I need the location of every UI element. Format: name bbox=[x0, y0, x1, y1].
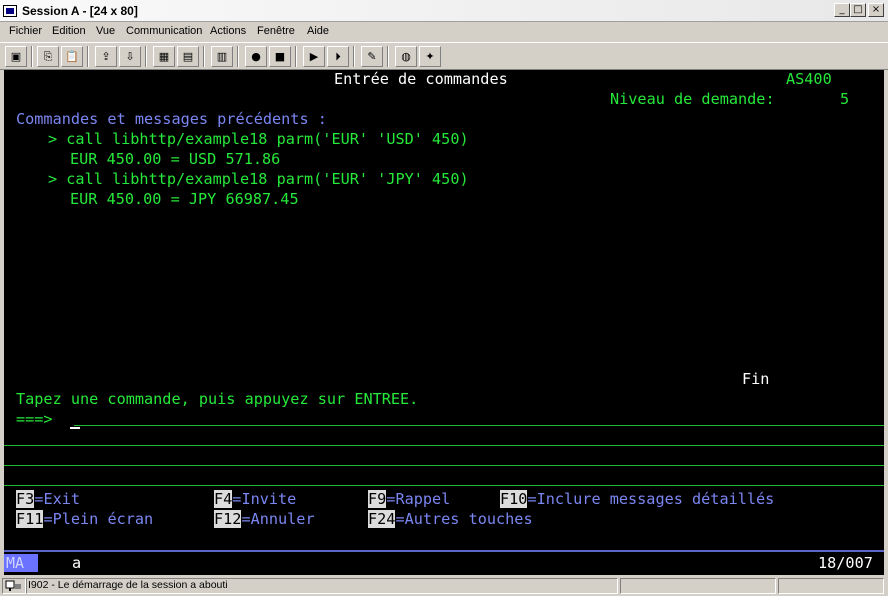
command-input-line[interactable] bbox=[4, 465, 884, 466]
oia-mode-indicator: MA bbox=[4, 554, 38, 572]
close-button[interactable]: × bbox=[868, 3, 884, 17]
fkey-f3[interactable]: F3=Exit bbox=[16, 490, 80, 508]
status-panel-2 bbox=[620, 578, 776, 594]
menu-communication[interactable]: Communication bbox=[126, 25, 202, 37]
app-icon[interactable] bbox=[3, 5, 17, 17]
end-marker: Fin bbox=[742, 370, 770, 388]
fkey-f9[interactable]: F9=Rappel bbox=[368, 490, 450, 508]
fkey-label: F9 bbox=[368, 490, 387, 508]
fkey-f24[interactable]: F24=Autres touches bbox=[368, 510, 533, 528]
toolbar-separator bbox=[145, 46, 147, 67]
terminal-screen[interactable]: Entrée de commandes AS400 Niveau de dema… bbox=[4, 70, 884, 575]
history-result: EUR 450.00 = JPY 66987.45 bbox=[70, 190, 299, 208]
toolbar-separator bbox=[237, 46, 239, 67]
menu-actions[interactable]: Actions bbox=[210, 25, 246, 37]
fkey-desc: =Annuler bbox=[241, 510, 315, 528]
fkey-desc: =Rappel bbox=[386, 490, 451, 508]
fkey-label: F11 bbox=[16, 510, 44, 528]
help-icon[interactable]: ✦ bbox=[419, 46, 441, 67]
print-screen-icon[interactable]: ▣ bbox=[5, 46, 27, 67]
toolbar-separator bbox=[203, 46, 205, 67]
prompt-arrow: ===> bbox=[16, 410, 53, 428]
record-icon[interactable]: ● bbox=[245, 46, 267, 67]
toolbar-separator bbox=[295, 46, 297, 67]
globe-icon[interactable]: ◍ bbox=[395, 46, 417, 67]
macro-icon[interactable]: ▥ bbox=[211, 46, 233, 67]
history-command: > call libhttp/example18 parm('EUR' 'USD… bbox=[48, 130, 469, 148]
play-icon[interactable]: ▶ bbox=[303, 46, 325, 67]
toolbar-separator bbox=[87, 46, 89, 67]
request-level-value: 5 bbox=[840, 90, 850, 108]
window-title: Session A - [24 x 80] bbox=[22, 4, 138, 18]
fkey-f12[interactable]: F12=Annuler bbox=[214, 510, 315, 528]
connection-icon bbox=[2, 578, 26, 594]
minimize-button[interactable]: _ bbox=[834, 3, 850, 17]
toolbar-separator bbox=[387, 46, 389, 67]
fkey-desc: =Autres touches bbox=[395, 510, 533, 528]
oia-input-indicator: a bbox=[72, 554, 82, 572]
fkey-label: F4 bbox=[214, 490, 233, 508]
cursor-position: 18/007 bbox=[818, 554, 873, 572]
command-input-line[interactable] bbox=[4, 445, 884, 446]
menu-edition[interactable]: Edition bbox=[52, 25, 86, 37]
menu-bar: Fichier Edition Vue Communication Action… bbox=[0, 22, 888, 41]
menu-vue[interactable]: Vue bbox=[96, 25, 115, 37]
status-panel-3 bbox=[778, 578, 884, 594]
fkey-f10[interactable]: F10=Inclure messages détaillés bbox=[500, 490, 774, 508]
history-result: EUR 450.00 = USD 571.86 bbox=[70, 150, 281, 168]
play-macro-icon[interactable]: ⏵ bbox=[327, 46, 349, 67]
menu-fenetre[interactable]: Fenêtre bbox=[257, 25, 295, 37]
display-icon[interactable]: ▦ bbox=[153, 46, 175, 67]
stop-icon[interactable]: ■ bbox=[269, 46, 291, 67]
fkey-desc: =Plein écran bbox=[43, 510, 154, 528]
fkey-desc: =Exit bbox=[34, 490, 81, 508]
prompt-instruction: Tapez une commande, puis appuyez sur ENT… bbox=[16, 390, 419, 408]
menu-aide[interactable]: Aide bbox=[307, 25, 329, 37]
fkey-desc: =Inclure messages détaillés bbox=[527, 490, 775, 508]
separator-line bbox=[4, 485, 884, 486]
send-icon[interactable]: ⇪ bbox=[95, 46, 117, 67]
fkey-label: F10 bbox=[500, 490, 528, 508]
status-bar: I902 - Le démarrage de la session a abou… bbox=[0, 576, 888, 596]
keypad-icon[interactable]: ▤ bbox=[177, 46, 199, 67]
connection-icon bbox=[5, 580, 21, 591]
fkey-f4[interactable]: F4=Invite bbox=[214, 490, 296, 508]
maximize-button[interactable]: □ bbox=[850, 3, 866, 17]
title-bar: Session A - [24 x 80] _ □ × bbox=[0, 0, 888, 22]
toolbar-separator bbox=[353, 46, 355, 67]
fkey-label: F12 bbox=[214, 510, 242, 528]
status-message: I902 - Le démarrage de la session a abou… bbox=[28, 579, 228, 591]
fkey-desc: =Invite bbox=[232, 490, 297, 508]
menu-fichier[interactable]: Fichier bbox=[9, 25, 42, 37]
text-cursor bbox=[70, 427, 80, 429]
clipboard-icon[interactable]: ✎ bbox=[361, 46, 383, 67]
copy-icon[interactable]: ⎘ bbox=[37, 46, 59, 67]
fkey-label: F24 bbox=[368, 510, 396, 528]
fkey-label: F3 bbox=[16, 490, 35, 508]
receive-icon[interactable]: ⇩ bbox=[119, 46, 141, 67]
toolbar: ▣ ⎘ 📋 ⇪ ⇩ ▦ ▤ ▥ ● ■ ▶ ⏵ ✎ ◍ ✦ bbox=[0, 42, 888, 70]
fkey-f11[interactable]: F11=Plein écran bbox=[16, 510, 153, 528]
oia-separator bbox=[4, 550, 884, 552]
toolbar-separator bbox=[31, 46, 33, 67]
system-name: AS400 bbox=[786, 70, 832, 88]
request-level-label: Niveau de demande: bbox=[610, 90, 775, 108]
screen-title: Entrée de commandes bbox=[334, 70, 508, 88]
history-command: > call libhttp/example18 parm('EUR' 'JPY… bbox=[48, 170, 469, 188]
history-header: Commandes et messages précédents : bbox=[16, 110, 327, 128]
paste-icon[interactable]: 📋 bbox=[61, 46, 83, 67]
command-input-line[interactable] bbox=[74, 425, 884, 426]
